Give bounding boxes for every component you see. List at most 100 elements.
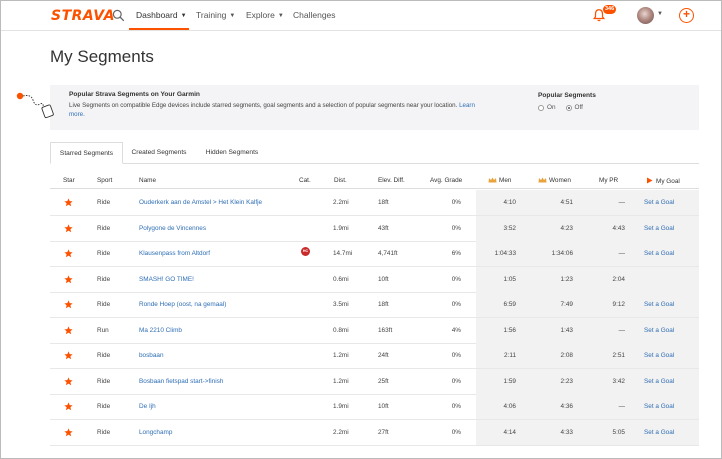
- star-icon[interactable]: [64, 223, 73, 233]
- table-row[interactable]: HC Ride Klausenpass from Altdorf 14.7mi 4,74…: [50, 241, 699, 267]
- table-row[interactable]: Ride Longchamp 2.2mi 27ft 0% 4:14 4:33 5:05 Set …: [50, 419, 699, 446]
- my-pr-time: 4:43: [612, 224, 625, 232]
- avg-grade-cell: 0%: [451, 403, 461, 410]
- set-goal-link[interactable]: Set a Goal: [644, 301, 674, 308]
- table-row[interactable]: Run Ma 2210 Climb 0.8mi 163ft 4% 1:56 1:43 — Set…: [50, 317, 699, 344]
- segment-name-link[interactable]: De Ijh: [139, 403, 156, 410]
- table-row[interactable]: Ride De Ijh 1.9mi 10ft 0% 4:06 4:36 — Set a Goal: [50, 394, 699, 420]
- nav-explore[interactable]: Explore ▼: [246, 10, 284, 20]
- distance-cell: 14.7mi: [333, 250, 353, 257]
- avg-grade-cell: 4%: [451, 326, 461, 334]
- tab-hidden-segments[interactable]: Hidden Segments: [195, 142, 269, 164]
- search-icon[interactable]: [112, 9, 125, 22]
- active-nav-indicator: [129, 28, 189, 30]
- men-kom-time: 2:11: [504, 352, 516, 359]
- chevron-down-icon[interactable]: ▼: [657, 11, 663, 17]
- set-goal-link[interactable]: Set a Goal: [644, 250, 674, 257]
- star-icon[interactable]: [64, 376, 73, 386]
- women-qom-time: 4:23: [560, 224, 573, 232]
- distance-cell: 2.2mi: [333, 428, 349, 436]
- star-icon[interactable]: [64, 198, 73, 207]
- women-qom-time: 4:51: [560, 199, 573, 206]
- elev-diff-cell: 18ft: [378, 301, 389, 308]
- set-goal-link[interactable]: Set a Goal: [644, 352, 674, 359]
- table-row[interactable]: Ride SMASH! GO TIME! 0.6mi 10ft 0% 1:05 1:23 2:…: [50, 266, 699, 293]
- segment-name-link[interactable]: bosbaan: [139, 352, 164, 359]
- set-goal-link[interactable]: Set a Goal: [644, 378, 674, 385]
- men-kom-time: 1:05: [503, 275, 516, 283]
- distance-cell: 3.5mi: [333, 301, 349, 308]
- col-my-goal[interactable]: My Goal: [646, 177, 680, 185]
- segment-name-link[interactable]: Klausenpass from Altdorf: [139, 250, 210, 257]
- distance-cell: 0.6mi: [333, 275, 349, 283]
- set-goal-link[interactable]: Set a Goal: [644, 199, 674, 206]
- star-icon[interactable]: [64, 274, 73, 284]
- elev-diff-cell: 43ft: [378, 224, 389, 232]
- sport-cell: Ride: [97, 275, 111, 283]
- chevron-down-icon: ▼: [180, 13, 187, 19]
- sport-cell: Ride: [97, 403, 111, 410]
- avg-grade-cell: 0%: [451, 352, 461, 359]
- avg-grade-cell: 6%: [451, 250, 461, 257]
- nav-training[interactable]: Training ▼: [196, 10, 235, 20]
- set-goal-link[interactable]: Set a Goal: [644, 225, 674, 232]
- my-pr-time: 9:12: [612, 301, 625, 308]
- star-icon[interactable]: [64, 402, 73, 411]
- men-kom-time: 4:06: [503, 403, 516, 410]
- segment-name-link[interactable]: Ronde Hoep (oost, na gemaal): [139, 301, 226, 308]
- set-goal-link[interactable]: Set a Goal: [644, 429, 674, 436]
- set-goal-link[interactable]: Set a Goal: [644, 327, 674, 334]
- star-icon[interactable]: [64, 325, 73, 335]
- segment-name-link[interactable]: Longchamp: [139, 429, 172, 436]
- segment-name-link[interactable]: Ouderkerk aan de Amstel > Het Klein Kalf…: [139, 199, 262, 206]
- crown-icon: [488, 177, 497, 183]
- women-qom-time: 1:23: [560, 275, 573, 283]
- goal-flag-icon: [647, 177, 653, 184]
- table-row[interactable]: Ride bosbaan 1.2mi 24ft 0% 2:11 2:08 2:51 Set a …: [50, 343, 699, 369]
- col-cat[interactable]: Cat.: [299, 177, 311, 184]
- nav-challenges[interactable]: Challenges: [293, 10, 336, 20]
- table-row[interactable]: Ride Ouderkerk aan de Amstel > Het Klein …: [50, 190, 699, 216]
- col-my-pr[interactable]: My PR: [599, 177, 618, 184]
- col-women[interactable]: Women: [538, 177, 571, 184]
- tab-starred-segments[interactable]: Starred Segments: [50, 142, 123, 164]
- col-grade[interactable]: Avg. Grade: [430, 177, 462, 184]
- radio-on[interactable]: On: [538, 104, 556, 111]
- distance-cell: 0.8mi: [333, 326, 349, 334]
- distance-cell: 2.2mi: [333, 199, 349, 206]
- elev-diff-cell: 10ft: [378, 275, 389, 283]
- top-nav: STRAVA Dashboard ▼ Training ▼ Explore ▼ Cha…: [1, 1, 721, 31]
- star-icon[interactable]: [64, 427, 73, 437]
- star-icon[interactable]: [64, 351, 73, 360]
- men-kom-time: 1:04:33: [494, 250, 516, 257]
- strava-logo[interactable]: STRAVA: [51, 8, 115, 24]
- segment-name-link[interactable]: Polygone de Vincennes: [139, 225, 206, 232]
- tab-created-segments[interactable]: Created Segments: [123, 142, 195, 164]
- col-star[interactable]: Star: [63, 177, 75, 184]
- sport-cell: Run: [97, 326, 109, 334]
- segment-name-link[interactable]: SMASH! GO TIME!: [139, 276, 194, 283]
- col-men[interactable]: Men: [488, 177, 511, 184]
- col-elev[interactable]: Elev. Diff.: [378, 177, 405, 184]
- elev-diff-cell: 10ft: [378, 403, 389, 410]
- radio-off[interactable]: Off: [565, 104, 583, 111]
- women-qom-time: 4:33: [560, 428, 573, 436]
- set-goal-link[interactable]: Set a Goal: [644, 403, 674, 410]
- avatar[interactable]: [637, 7, 654, 24]
- table-row[interactable]: Ride Polygone de Vincennes 1.9mi 43ft 0% 3:52…: [50, 215, 699, 242]
- table-row[interactable]: Ride Ronde Hoep (oost, na gemaal) 3.5mi 18f…: [50, 292, 699, 318]
- col-dist[interactable]: Dist.: [334, 177, 347, 184]
- segment-name-link[interactable]: Ma 2210 Climb: [139, 327, 182, 334]
- star-icon[interactable]: [64, 300, 73, 309]
- men-kom-time: 1:59: [503, 377, 516, 385]
- banner-description: Live Segments on compatible Edge devices…: [69, 102, 475, 118]
- segment-name-link[interactable]: Bosbaan fietspad start->finish: [139, 378, 223, 385]
- women-qom-time: 7:49: [560, 301, 573, 308]
- page-title: My Segments: [50, 47, 154, 66]
- col-sport[interactable]: Sport: [97, 177, 112, 184]
- plus-icon[interactable]: +: [679, 8, 694, 23]
- star-icon[interactable]: [64, 249, 73, 258]
- table-row[interactable]: Ride Bosbaan fietspad start->finish 1.2mi 2…: [50, 368, 699, 395]
- nav-dashboard[interactable]: Dashboard ▼: [136, 10, 187, 20]
- col-name[interactable]: Name: [139, 177, 156, 184]
